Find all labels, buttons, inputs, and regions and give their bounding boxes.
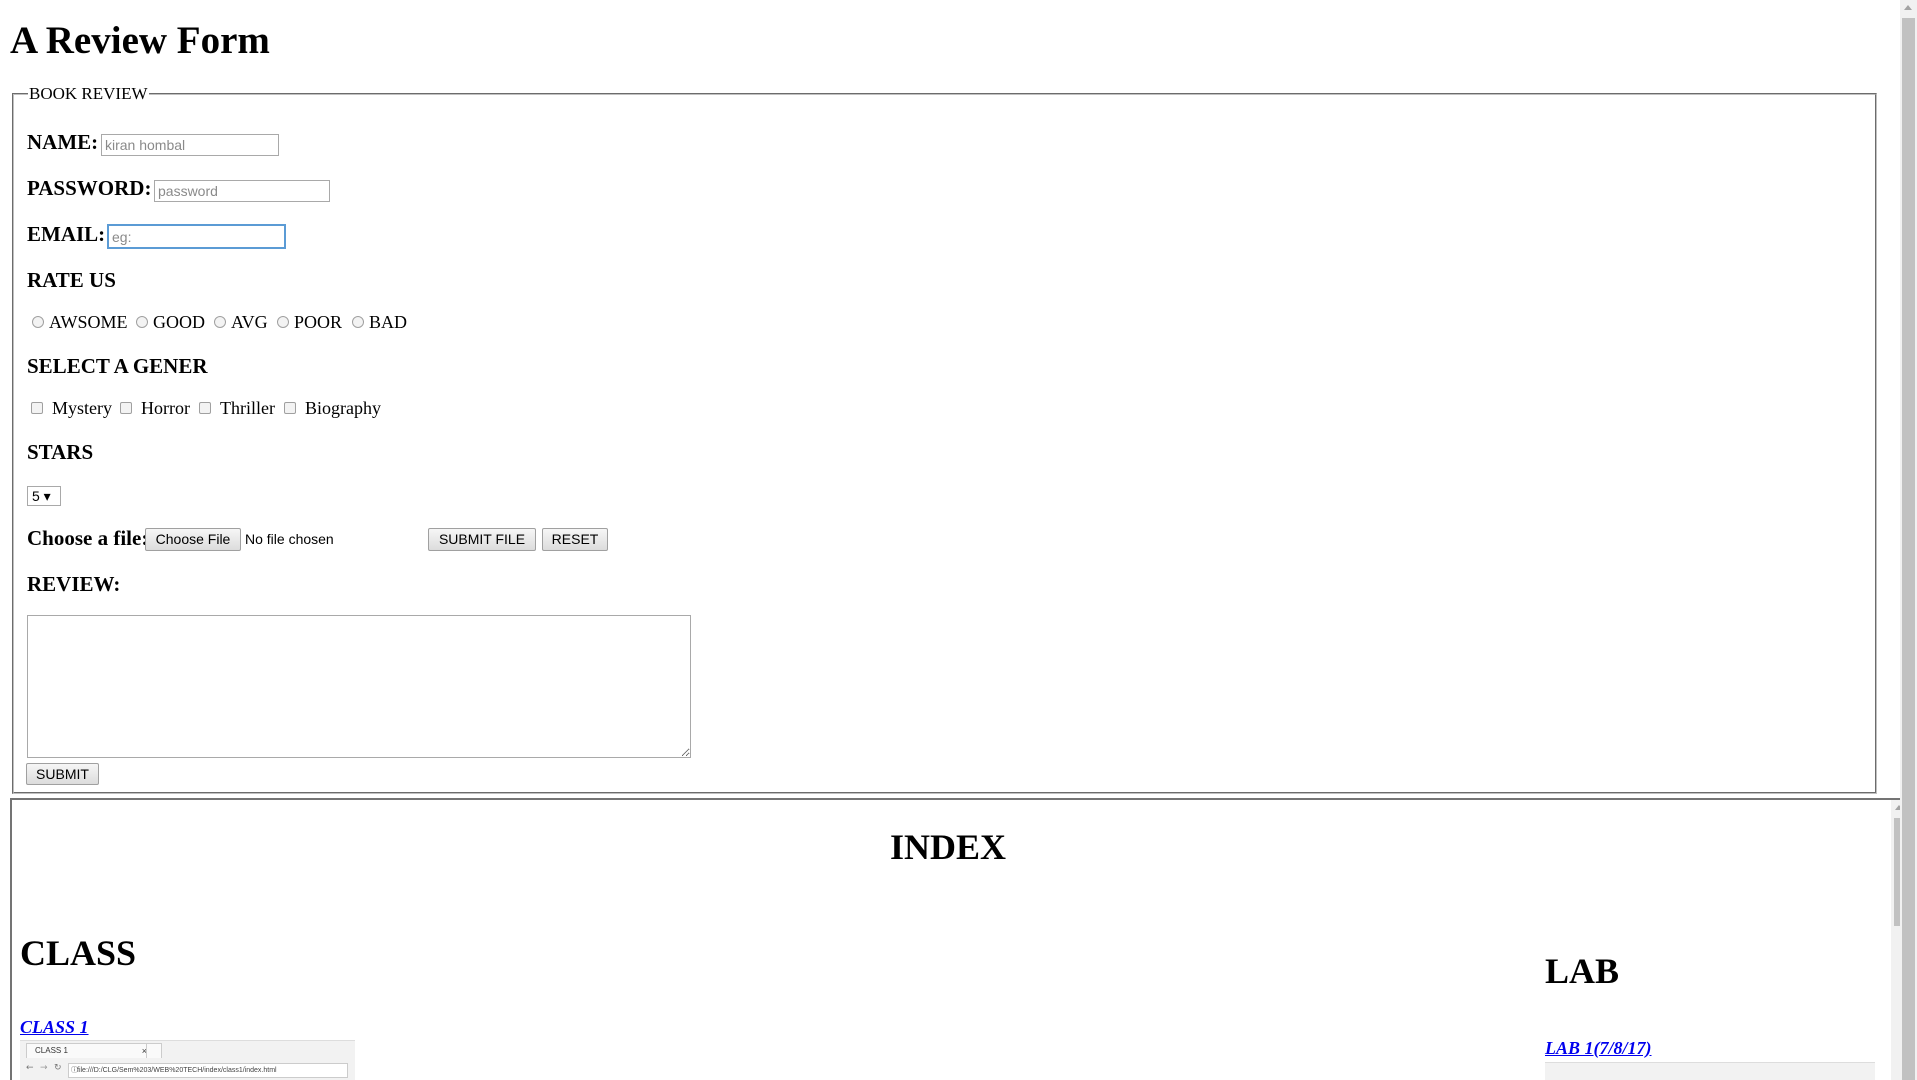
- file-status-text: No file chosen: [245, 531, 334, 547]
- page-scrollbar[interactable]: [1900, 0, 1917, 1080]
- rate-bad-label: BAD: [369, 312, 408, 332]
- stars-heading: STARS: [27, 440, 94, 464]
- index-iframe[interactable]: INDEX CLASS CLASS 1 CLASS 1 × ← → ↻ ⓘ fi…: [10, 798, 1910, 1080]
- stars-select[interactable]: 5 ▾: [27, 486, 61, 506]
- submit-file-button[interactable]: SUBMIT FILE: [428, 528, 536, 551]
- rate-good-radio[interactable]: [136, 316, 148, 328]
- index-title: INDEX: [890, 827, 1007, 867]
- rate-us-heading: RATE US: [27, 268, 116, 292]
- genre-mystery-checkbox[interactable]: [31, 402, 43, 414]
- rate-awsome-label: AWSOME: [49, 312, 128, 332]
- rate-poor-label: POOR: [294, 312, 343, 332]
- genre-heading: SELECT A GENER: [27, 354, 208, 378]
- class-heading: CLASS: [20, 933, 137, 973]
- rate-bad-radio[interactable]: [352, 316, 364, 328]
- email-label: EMAIL:: [27, 222, 106, 246]
- rate-good-label: GOOD: [153, 312, 205, 332]
- thumbnail-url-text: file:///D:/CLG/Sem%203/WEB%20TECH/index/…: [77, 1067, 277, 1074]
- info-icon: ⓘ: [71, 1067, 78, 1074]
- genre-thriller-label: Thriller: [220, 398, 275, 418]
- rate-awsome-radio[interactable]: [32, 316, 44, 328]
- genre-horror-checkbox[interactable]: [120, 402, 132, 414]
- page-title: A Review Form: [10, 19, 270, 62]
- choose-file-button[interactable]: Choose File: [145, 528, 241, 551]
- name-label: NAME:: [27, 130, 99, 154]
- review-heading: REVIEW:: [27, 572, 121, 596]
- lab-1-link[interactable]: LAB 1(7/8/17): [1545, 1038, 1652, 1059]
- genre-mystery-label: Mystery: [52, 398, 112, 418]
- rate-avg-label: AVG: [231, 312, 268, 332]
- submit-button[interactable]: SUBMIT: [26, 763, 99, 785]
- email-input[interactable]: [107, 224, 286, 249]
- lab-1-thumbnail[interactable]: [1545, 1062, 1875, 1080]
- name-input[interactable]: [101, 134, 279, 156]
- rate-poor-radio[interactable]: [277, 316, 289, 328]
- rate-avg-radio[interactable]: [214, 316, 226, 328]
- forward-arrow-icon: →: [40, 1063, 48, 1073]
- new-tab-icon: [146, 1043, 162, 1058]
- review-textarea[interactable]: [27, 615, 691, 758]
- file-label: Choose a file:: [27, 526, 149, 550]
- thumbnail-tab: CLASS 1 ×: [26, 1043, 154, 1058]
- reload-icon: ↻: [54, 1063, 62, 1073]
- book-review-legend: BOOK REVIEW: [29, 84, 148, 103]
- page-scroll-up-icon[interactable]: [1904, 5, 1912, 10]
- thumbnail-url-bar: ⓘ file:///D:/CLG/Sem%203/WEB%20TECH/inde…: [68, 1063, 348, 1078]
- page-scrollbar-thumb[interactable]: [1902, 18, 1915, 1080]
- reset-button[interactable]: RESET: [542, 528, 608, 551]
- class-1-link[interactable]: CLASS 1: [20, 1017, 89, 1038]
- class-1-thumbnail[interactable]: CLASS 1 × ← → ↻ ⓘ file:///D:/CLG/Sem%203…: [20, 1040, 355, 1080]
- genre-biography-label: Biography: [305, 398, 381, 418]
- thumbnail-tab-label: CLASS 1: [35, 1046, 68, 1055]
- password-input[interactable]: [154, 180, 330, 202]
- password-label: PASSWORD:: [27, 176, 152, 200]
- page: A Review Form BOOK REVIEW NAME: PASSWORD…: [0, 0, 1917, 1080]
- genre-thriller-checkbox[interactable]: [199, 402, 211, 414]
- genre-horror-label: Horror: [141, 398, 190, 418]
- genre-biography-checkbox[interactable]: [284, 402, 296, 414]
- index-iframe-content: INDEX CLASS CLASS 1 CLASS 1 × ← → ↻ ⓘ fi…: [12, 800, 1908, 1080]
- lab-heading: LAB: [1545, 951, 1620, 991]
- back-arrow-icon: ←: [26, 1063, 34, 1073]
